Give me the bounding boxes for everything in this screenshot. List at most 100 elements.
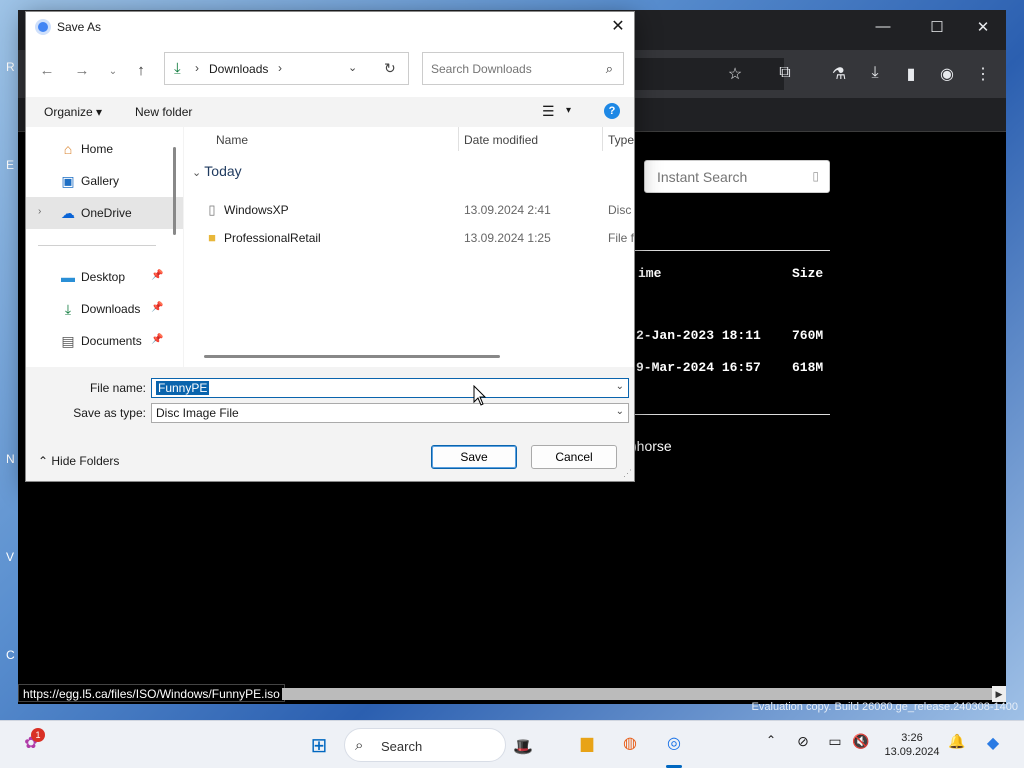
recent-dropdown-icon[interactable]: ⌄	[102, 66, 124, 77]
instant-search-input[interactable]	[645, 161, 795, 192]
star-icon[interactable]: ☆	[724, 64, 746, 84]
organize-button[interactable]: Organize ▾	[44, 105, 102, 119]
profile-icon[interactable]: ◉	[936, 64, 958, 84]
nav-item-downloads[interactable]: ⤓ Downloads 📌	[26, 293, 183, 325]
desktop-icon-label: N	[6, 452, 15, 466]
col-header-size: Size	[792, 266, 824, 281]
copilot-icon[interactable]: ◆	[980, 733, 1006, 757]
chevron-down-icon[interactable]: ⌄	[616, 406, 624, 417]
save-button[interactable]: Save	[431, 445, 517, 469]
nav-item-desktop[interactable]: ▬ Desktop 📌	[26, 261, 183, 293]
save-type-select[interactable]: Disc Image File ⌄	[151, 403, 629, 423]
resize-grip-icon[interactable]: ⋰	[623, 468, 632, 479]
display-icon[interactable]: ▭	[822, 733, 848, 757]
download-icon: ⤓	[174, 60, 181, 77]
nav-item-documents[interactable]: ▤ Documents 📌	[26, 325, 183, 357]
scroll-right-icon[interactable]: ▶	[992, 686, 1006, 702]
nav-item-label: Gallery	[81, 174, 120, 188]
chevron-up-icon[interactable]: ⌃	[758, 733, 784, 757]
chevron-up-icon: ⌃	[38, 454, 52, 468]
maximize-icon[interactable]: ☐	[922, 18, 952, 36]
instant-search-box[interactable]: ▯	[644, 160, 830, 193]
chevron-right-icon[interactable]: ›	[38, 206, 41, 217]
sidepanel-icon[interactable]: ▮	[900, 64, 922, 84]
view-icon[interactable]: ☰	[542, 103, 555, 120]
file-explorer-icon[interactable]: ▆	[574, 733, 600, 757]
close-icon[interactable]: ✕	[968, 18, 998, 36]
col-header-time: ime	[638, 266, 662, 281]
divider	[614, 250, 830, 251]
cancel-button[interactable]: Cancel	[531, 445, 617, 469]
start-icon[interactable]: ⊞	[306, 733, 332, 757]
column-separator[interactable]	[458, 127, 459, 151]
nav-item-onedrive[interactable]: › ☁ OneDrive	[26, 197, 183, 229]
forward-icon[interactable]: →	[71, 62, 93, 79]
dialog-close-button[interactable]: ✕	[602, 12, 634, 42]
pin-icon[interactable]: 📌	[151, 270, 163, 281]
nav-item-home[interactable]: ⌂ Home	[26, 133, 183, 165]
chrome-icon[interactable]: ◎	[661, 733, 687, 757]
firefox-icon[interactable]: ◍	[617, 733, 643, 757]
search-downloads-input[interactable]	[423, 53, 593, 84]
chevron-down-icon[interactable]: ⌄	[348, 61, 357, 74]
up-icon[interactable]: ↑	[130, 62, 152, 79]
nav-item-label: Desktop	[81, 270, 126, 284]
menu-icon[interactable]: ⋮	[972, 64, 994, 84]
labs-icon[interactable]: ⚗	[828, 64, 850, 84]
column-header-type[interactable]: Type	[608, 133, 634, 147]
nav-item-label: Downloads	[81, 302, 141, 316]
horizontal-scrollbar[interactable]	[282, 688, 992, 700]
address-box[interactable]: ⤓ › Downloads › ⌄ ↻	[164, 52, 409, 85]
file-name-field[interactable]: FunnyPE ⌄	[151, 378, 629, 398]
notification-bell-icon[interactable]: 🔔	[944, 733, 970, 757]
search-icon: ⌕	[605, 61, 613, 76]
file-list-pane: Name Date modified Type ⌄ Today ▯ Window…	[184, 127, 634, 367]
column-header-date[interactable]: Date modified	[464, 133, 538, 147]
widgets-icon[interactable]: 🎩	[513, 737, 533, 757]
save-type-label: Save as type:	[73, 406, 146, 420]
hide-folders-button[interactable]: ⌃ Hide Folders	[38, 454, 119, 468]
file-name: WindowsXP	[224, 203, 289, 217]
file-name-value[interactable]: FunnyPE	[156, 381, 210, 395]
extensions-icon[interactable]: ⧉	[774, 64, 796, 82]
nav-item-gallery[interactable]: ▣ Gallery	[26, 165, 183, 197]
pin-icon[interactable]: 📌	[151, 334, 163, 345]
group-header-today[interactable]: ⌄ Today	[192, 163, 242, 179]
group-label: Today	[204, 163, 242, 179]
refresh-icon[interactable]: ↻	[384, 60, 396, 77]
clock-date: 13.09.2024	[884, 746, 940, 758]
file-row[interactable]: ▯ WindowsXP 13.09.2024 2:41 Disc Image F…	[194, 197, 634, 223]
save-as-dialog: Save As ✕ ← → ⌄ ↑ ⤓ › Downloads › ⌄ ↻ ⌕ …	[25, 11, 635, 482]
column-separator[interactable]	[602, 127, 603, 151]
file-name: ProfessionalRetail	[224, 231, 321, 245]
search-icon: ⌕	[355, 737, 364, 754]
help-icon[interactable]: ?	[604, 103, 620, 119]
minimize-icon[interactable]: —	[868, 18, 898, 35]
dialog-nav-bar: ← → ⌄ ↑ ⤓ › Downloads › ⌄ ↻ ⌕	[26, 42, 634, 97]
clock-time: 3:26	[901, 732, 923, 744]
chevron-down-icon[interactable]: ⌄	[616, 381, 624, 392]
desktop-icon-label: V	[6, 550, 15, 564]
taskbar-clock[interactable]: 3:26 13.09.2024	[880, 731, 944, 759]
network-off-icon[interactable]: ⊘	[790, 733, 816, 757]
home-icon: ⌂	[63, 141, 73, 157]
desktop-icon-label: R	[6, 60, 15, 74]
save-type-value: Disc Image File	[156, 406, 239, 420]
dialog-title-bar[interactable]: Save As ✕	[26, 12, 634, 42]
column-header-name[interactable]: Name	[216, 133, 248, 147]
chevron-right-icon[interactable]: ›	[278, 61, 282, 75]
pin-icon[interactable]: 📌	[151, 302, 163, 313]
nav-scrollbar[interactable]	[173, 147, 176, 235]
file-date: 13.09.2024 1:25	[464, 231, 551, 245]
back-icon[interactable]: ←	[36, 62, 58, 79]
file-horizontal-scrollbar[interactable]	[204, 355, 500, 358]
search-downloads-box[interactable]: ⌕	[422, 52, 624, 85]
address-bar[interactable]	[614, 58, 784, 90]
new-folder-button[interactable]: New folder	[135, 105, 192, 119]
volume-off-icon[interactable]: 🔇	[848, 733, 874, 757]
taskbar-search[interactable]: ⌕ Search 🎩	[344, 728, 533, 762]
file-row[interactable]: ■ ProfessionalRetail 13.09.2024 1:25 Fil…	[194, 225, 634, 251]
chevron-down-icon[interactable]: ▾	[566, 105, 571, 116]
download-icon[interactable]: ⤓	[864, 64, 886, 82]
breadcrumb-downloads[interactable]: Downloads	[209, 62, 268, 76]
